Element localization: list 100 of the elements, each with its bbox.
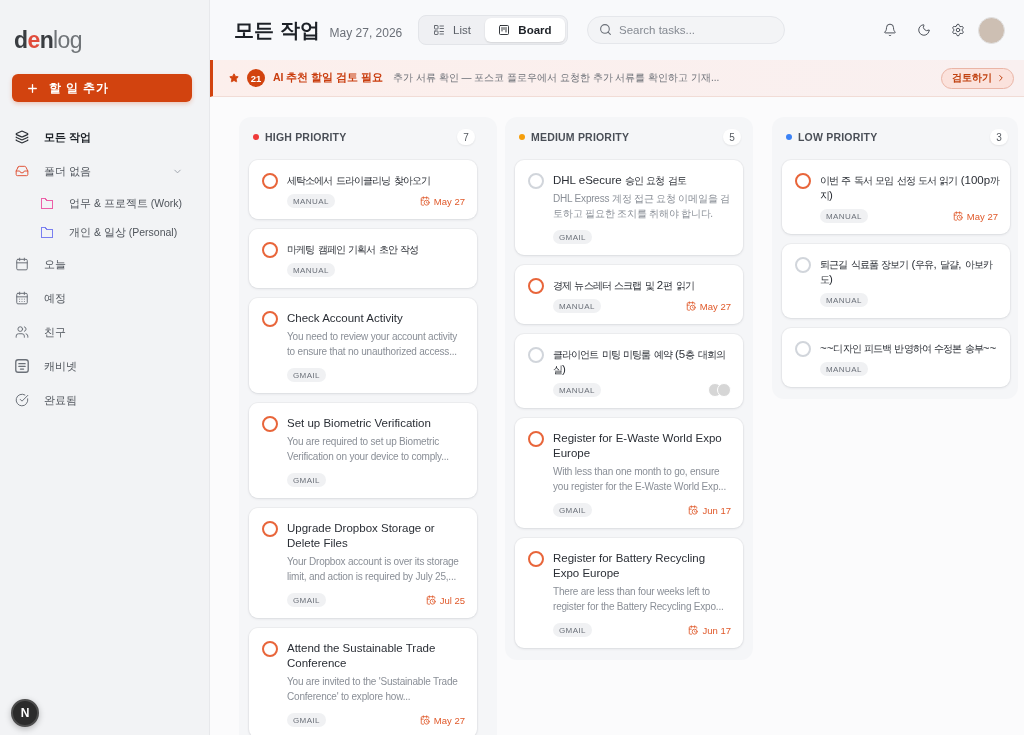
source-tag: GMAIL [553, 230, 592, 244]
list-icon [433, 24, 445, 36]
task-card[interactable]: 이번 주 독서 모임 선정 도서 읽기 (100p까지) MANUAL May 27 [782, 160, 1010, 234]
calendar-clock-icon [688, 505, 699, 515]
task-title: Set up Biometric Verification [287, 416, 432, 431]
task-title: ~~디자인 피드백 반영하여 수정본 송부~~ [820, 341, 998, 356]
checkbox[interactable] [795, 173, 811, 189]
nav-item[interactable]: 친구 [12, 318, 197, 346]
task-card[interactable]: 세탁소에서 드라이클리닝 찾아오기 MANUAL May 27 [249, 160, 477, 219]
avatar[interactable] [978, 16, 1005, 44]
checkbox[interactable] [262, 641, 278, 657]
checkbox[interactable] [262, 242, 278, 258]
checkbox[interactable] [528, 278, 544, 294]
users-icon [15, 325, 29, 339]
source-tag: MANUAL [287, 194, 335, 208]
source-tag: MANUAL [820, 362, 868, 376]
nav-item[interactable]: 오늘 [12, 250, 197, 278]
checkbox[interactable] [528, 431, 544, 447]
nav-item[interactable]: 폴더 없음 [12, 157, 197, 185]
task-description: There are less than four weeks left to register for the Battery Recycling Expo... [553, 585, 725, 614]
banner-title: AI 추천 할일 검토 필요 [273, 71, 384, 85]
add-task-button[interactable]: 할 일 추가 [12, 74, 192, 102]
task-title: Check Account Activity [287, 311, 404, 326]
task-title: Attend the Sustainable Trade Conference [287, 641, 437, 671]
task-title: 세탁소에서 드라이클리닝 찾아오기 [287, 174, 431, 188]
nav-item[interactable]: 모든 작업 [12, 123, 197, 151]
task-card[interactable]: ~~디자인 피드백 반영하여 수정본 송부~~ MANUAL [782, 328, 1010, 387]
task-card[interactable]: 마케팅 캠페인 기획서 초안 작성 MANUAL [249, 229, 477, 288]
inbox-icon [15, 164, 29, 178]
view-tab[interactable]: List [421, 18, 483, 42]
task-description: Your Dropbox account is over its storage limit, and action is required by July 25,... [287, 555, 460, 584]
calendar-clock-icon [688, 625, 699, 635]
calendar-icon [15, 291, 29, 305]
star-icon [229, 73, 239, 83]
task-title: Register for E-Waste World Expo Europe [553, 431, 723, 461]
plus-icon [26, 81, 39, 95]
task-card[interactable]: Attend the Sustainable Trade Conference You are invited to the 'Sustainable Trade Conference' to explore how... GMAIL May 27 [249, 628, 477, 735]
count-badge: 3 [990, 129, 1008, 145]
note-icon [15, 359, 29, 373]
due-date: Jul 25 [439, 594, 465, 606]
column-title: LOW PRIORITY [798, 131, 878, 143]
task-title: DHL eSecure 승인 요청 검토 [553, 173, 687, 188]
nav-item[interactable]: 예정 [12, 284, 197, 312]
calendar-clock-icon [952, 211, 963, 221]
task-description: You need to review your account activity to ensure that no unauthorized access... [287, 330, 459, 359]
calendar-icon [15, 257, 29, 271]
task-title: 클라이언트 미팅 미팅룸 예약 (5층 대회의실) [553, 347, 726, 377]
task-description: You are invited to the 'Sustainable Trade Conference' to explore how... [287, 675, 459, 704]
checkbox[interactable] [528, 551, 544, 567]
due-date: May 27 [699, 300, 731, 312]
task-card[interactable]: 경제 뉴스레터 스크랩 및 2편 읽기 MANUAL May 27 [515, 265, 743, 324]
source-tag: GMAIL [287, 593, 326, 607]
chevron-right-icon [996, 73, 1006, 83]
nav-item[interactable]: 완료됨 [12, 386, 197, 414]
calendar-clock-icon [425, 595, 436, 605]
task-card[interactable]: 클라이언트 미팅 미팅룸 예약 (5층 대회의실) MANUAL [515, 334, 743, 408]
calendar-clock-icon [685, 301, 696, 311]
source-tag: GMAIL [553, 623, 592, 637]
nav-item[interactable]: 캐비넷 [12, 352, 197, 380]
due-date: Jun 17 [702, 624, 731, 636]
task-description: DHL Express 계정 접근 요청 이메일을 검토하고 필요한 조치를 취해야 합니다. [553, 192, 732, 221]
source-tag: MANUAL [553, 383, 601, 397]
calendar-clock-icon [419, 715, 430, 725]
task-title: 마케팅 캠페인 기획서 초안 작성 [287, 243, 420, 257]
moon-icon [917, 23, 931, 37]
due-date: Jun 17 [702, 504, 731, 516]
checkbox[interactable] [262, 311, 278, 327]
page-title: 모든 작업 [234, 18, 320, 42]
task-card[interactable]: Check Account Activity You need to review your account activity to ensure that no unauthorized access... GMAIL [249, 298, 477, 393]
source-tag: GMAIL [287, 368, 326, 382]
nav-item[interactable]: 개인 & 일상 (Personal) [12, 220, 197, 246]
count-badge: 5 [723, 129, 741, 145]
search-icon [599, 23, 612, 36]
banner-message: 추가 서류 확인 — 포스코 플로우에서 요청한 추가 서류를 확인하고 기재... [393, 71, 720, 85]
checkbox[interactable] [262, 521, 278, 537]
task-card[interactable]: Register for Battery Recycling Expo Europe There are less than four weeks left to register for the Battery Recycling Expo... GMAIL Jun 17 [515, 538, 743, 648]
source-tag: GMAIL [553, 503, 592, 517]
checkbox[interactable] [262, 416, 278, 432]
task-card[interactable]: 퇴근길 식료품 장보기 (우유, 달걀, 아보카도) MANUAL [782, 244, 1010, 318]
dev-tools-button[interactable]: N [11, 699, 39, 727]
checkbox[interactable] [262, 173, 278, 189]
review-button[interactable]: 검토하기 [941, 67, 1014, 89]
source-tag: MANUAL [820, 209, 868, 223]
view-tab[interactable]: Board [484, 18, 565, 42]
calendar-clock-icon [419, 196, 430, 206]
column-title: HIGH PRIORITY [265, 131, 347, 143]
task-card[interactable]: Upgrade Dropbox Storage or Delete Files Your Dropbox account is over its storage limit, and action is required by July 25,... GMAIL Jul 25 [249, 508, 477, 618]
task-card[interactable]: Register for E-Waste World Expo Europe With less than one month to go, ensure you register for the E-Waste World Exp... GMAIL Jun 17 [515, 418, 743, 528]
nav-item[interactable]: 업무 & 프로젝트 (Work) [12, 191, 197, 217]
source-tag: GMAIL [287, 473, 326, 487]
bell-icon [883, 23, 897, 37]
task-title: 이번 주 독서 모임 선정 도서 읽기 (100p까지) [820, 173, 1000, 203]
task-card[interactable]: Set up Biometric Verification You are required to set up Biometric Verification on your device to comply... GMAIL [249, 403, 477, 498]
source-tag: MANUAL [820, 293, 868, 307]
task-title: 퇴근길 식료품 장보기 (우유, 달걀, 아보카도) [820, 257, 994, 287]
source-tag: MANUAL [553, 299, 601, 313]
task-card[interactable]: DHL eSecure 승인 요청 검토 DHL Express 계정 접근 요청 이메일을 검토하고 필요한 조치를 취해야 합니다. GMAIL [515, 160, 743, 255]
source-tag: GMAIL [287, 713, 326, 727]
search-field[interactable]: Search tasks... [587, 16, 785, 44]
task-title: Register for Battery Recycling Expo Europe [553, 551, 707, 581]
